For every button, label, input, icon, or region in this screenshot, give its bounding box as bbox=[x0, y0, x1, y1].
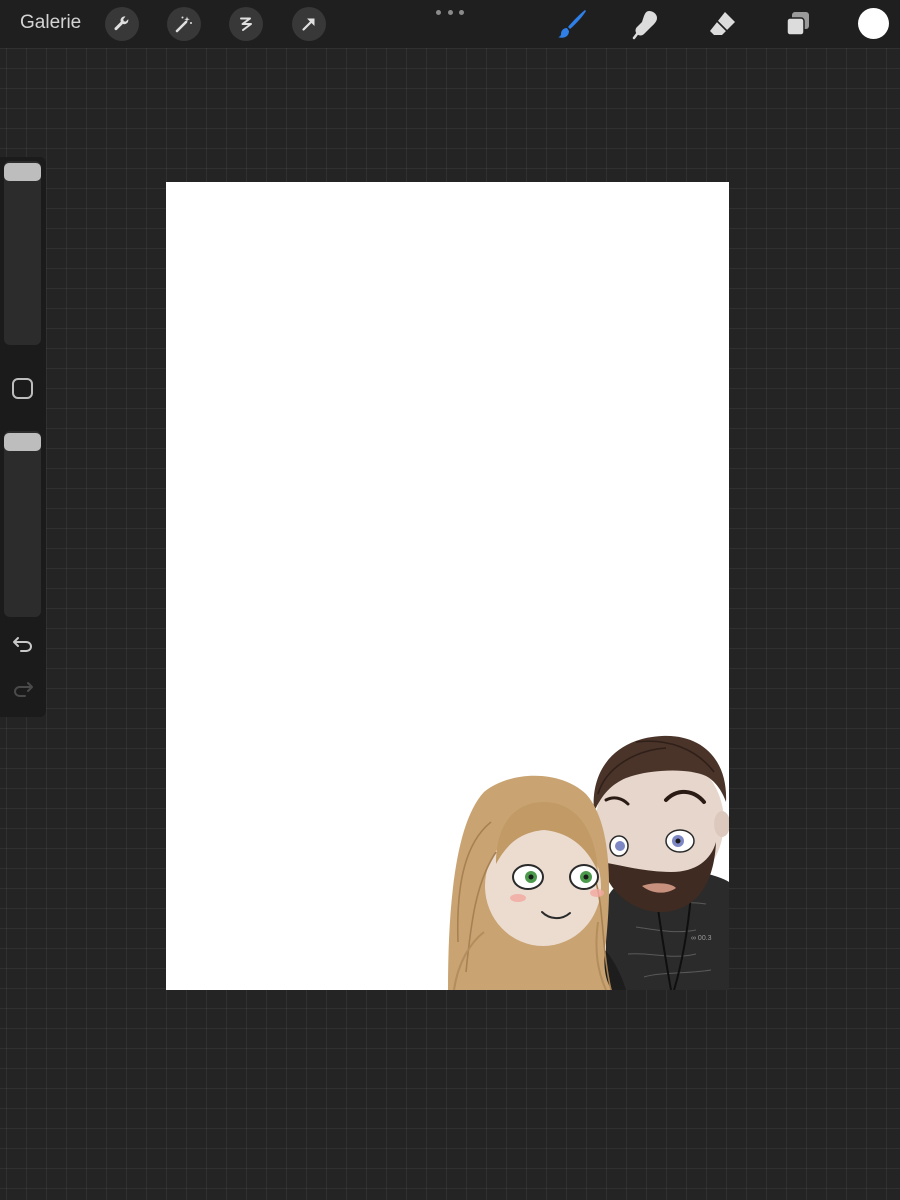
smudge-tool-button[interactable] bbox=[628, 5, 666, 43]
layers-button[interactable] bbox=[779, 5, 817, 43]
top-toolbar: Galerie bbox=[0, 0, 900, 48]
more-dot bbox=[447, 9, 453, 15]
color-picker-button[interactable] bbox=[858, 8, 889, 39]
selection-button[interactable] bbox=[229, 7, 263, 41]
drawing-canvas[interactable]: ∞ 00.3 bbox=[166, 182, 729, 990]
gallery-button[interactable]: Galerie bbox=[20, 12, 81, 34]
undo-button[interactable] bbox=[10, 633, 36, 655]
redo-button[interactable] bbox=[10, 678, 36, 700]
brush-icon bbox=[558, 10, 586, 38]
more-dot bbox=[459, 9, 464, 15]
couple-portrait-illustration: ∞ 00.3 bbox=[448, 735, 729, 990]
modify-button[interactable] bbox=[12, 378, 33, 399]
adjustments-button[interactable] bbox=[167, 7, 201, 41]
brush-size-slider[interactable] bbox=[4, 161, 41, 345]
more-dots-icon bbox=[436, 9, 441, 15]
redo-arrow-icon bbox=[13, 682, 33, 697]
undo-arrow-icon bbox=[13, 637, 33, 652]
more-options-button[interactable] bbox=[436, 2, 464, 22]
actions-button[interactable] bbox=[105, 7, 139, 41]
smudge-finger-icon bbox=[632, 11, 657, 40]
selection-s-icon bbox=[240, 17, 252, 31]
arrow-cursor-icon bbox=[302, 18, 315, 31]
eraser-icon bbox=[710, 12, 735, 35]
transform-button[interactable] bbox=[292, 7, 326, 41]
svg-text:∞ 00.3: ∞ 00.3 bbox=[691, 935, 712, 942]
layers-icon bbox=[786, 12, 809, 36]
wrench-icon bbox=[114, 16, 129, 31]
eraser-tool-button[interactable] bbox=[704, 5, 742, 43]
left-sidebar bbox=[0, 157, 46, 717]
magic-wand-icon bbox=[175, 16, 192, 33]
brush-size-slider-thumb[interactable] bbox=[4, 163, 41, 181]
opacity-slider-thumb[interactable] bbox=[4, 433, 41, 451]
brush-tool-button[interactable] bbox=[553, 5, 591, 43]
opacity-slider[interactable] bbox=[4, 431, 41, 617]
